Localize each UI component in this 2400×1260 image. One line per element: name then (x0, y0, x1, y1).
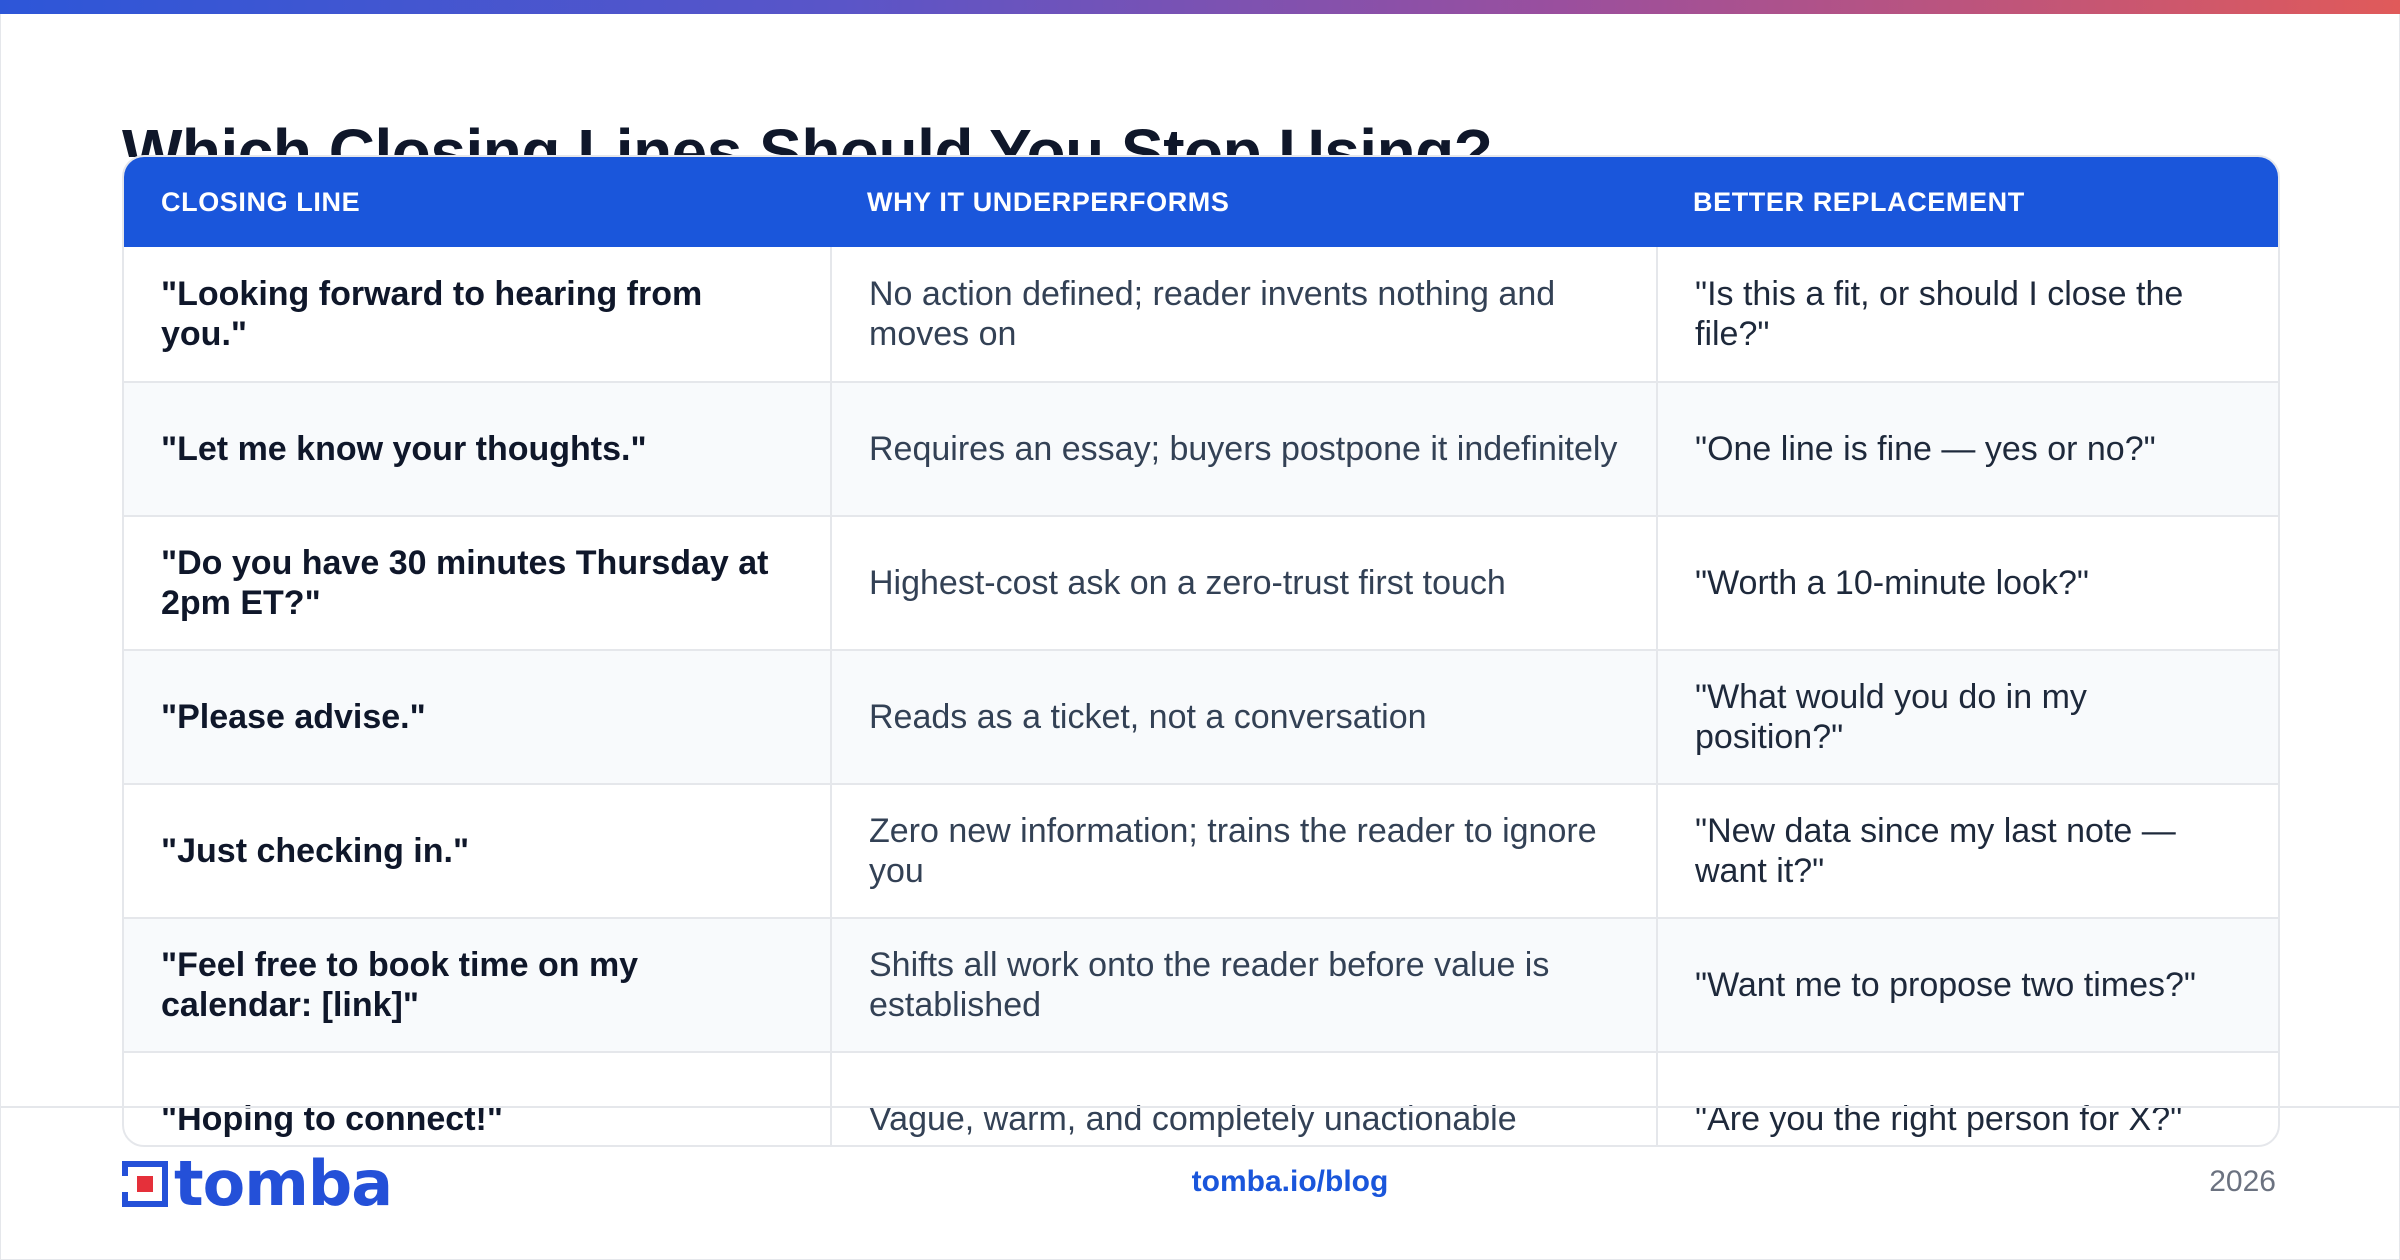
why-cell: Reads as a ticket, not a conversation (830, 651, 1656, 783)
why-cell: Requires an essay; buyers postpone it in… (830, 383, 1656, 515)
table-header-row: CLOSING LINE WHY IT UNDERPERFORMS BETTER… (124, 157, 2278, 247)
why-cell: No action defined; reader invents nothin… (830, 247, 1656, 381)
tomba-mark-icon (122, 1161, 168, 1207)
table-row: "Do you have 30 minutes Thursday at 2pm … (124, 515, 2278, 649)
table-row: "Feel free to book time on my calendar: … (124, 917, 2278, 1051)
comparison-table: CLOSING LINE WHY IT UNDERPERFORMS BETTER… (122, 155, 2280, 1147)
blog-link[interactable]: tomba.io/blog (1100, 1165, 1480, 1199)
year-label: 2026 (2209, 1165, 2276, 1198)
closing-line-cell: "Please advise." (161, 698, 426, 736)
table-row: "Please advise." Reads as a ticket, not … (124, 649, 2278, 783)
gradient-top-bar (0, 0, 2400, 14)
why-cell: Shifts all work onto the reader before v… (830, 919, 1656, 1051)
replacement-cell: "New data since my last note — want it?" (1656, 785, 2278, 917)
table-row: "Let me know your thoughts." Requires an… (124, 381, 2278, 515)
page-title: Which Closing Lines Should You Stop Usin… (122, 116, 1493, 157)
replacement-cell: "What would you do in my position?" (1656, 651, 2278, 783)
replacement-cell: "One line is fine — yes or no?" (1656, 383, 2278, 515)
closing-line-cell: "Let me know your thoughts." (161, 430, 647, 468)
table-row: "Looking forward to hearing from you." N… (124, 247, 2278, 381)
tomba-logo: tomba (122, 1147, 393, 1220)
why-cell: Zero new information; trains the reader … (830, 785, 1656, 917)
header-closing-line: CLOSING LINE (161, 186, 361, 217)
replacement-cell: "Is this a fit, or should I close the fi… (1656, 247, 2278, 381)
closing-line-cell: "Do you have 30 minutes Thursday at 2pm … (161, 544, 769, 622)
closing-line-cell: "Just checking in." (161, 832, 470, 870)
header-why-it-underperforms: WHY IT UNDERPERFORMS (867, 186, 1230, 217)
replacement-cell: "Want me to propose two times?" (1656, 919, 2278, 1051)
header-better-replacement: BETTER REPLACEMENT (1693, 186, 2025, 217)
replacement-cell: "Worth a 10-minute look?" (1656, 517, 2278, 649)
logo-wordmark: tomba (174, 1147, 393, 1220)
table-row: "Just checking in." Zero new information… (124, 783, 2278, 917)
why-cell: Highest-cost ask on a zero-trust first t… (830, 517, 1656, 649)
closing-line-cell: "Looking forward to hearing from you." (161, 275, 703, 353)
closing-line-cell: "Feel free to book time on my calendar: … (161, 946, 639, 1024)
